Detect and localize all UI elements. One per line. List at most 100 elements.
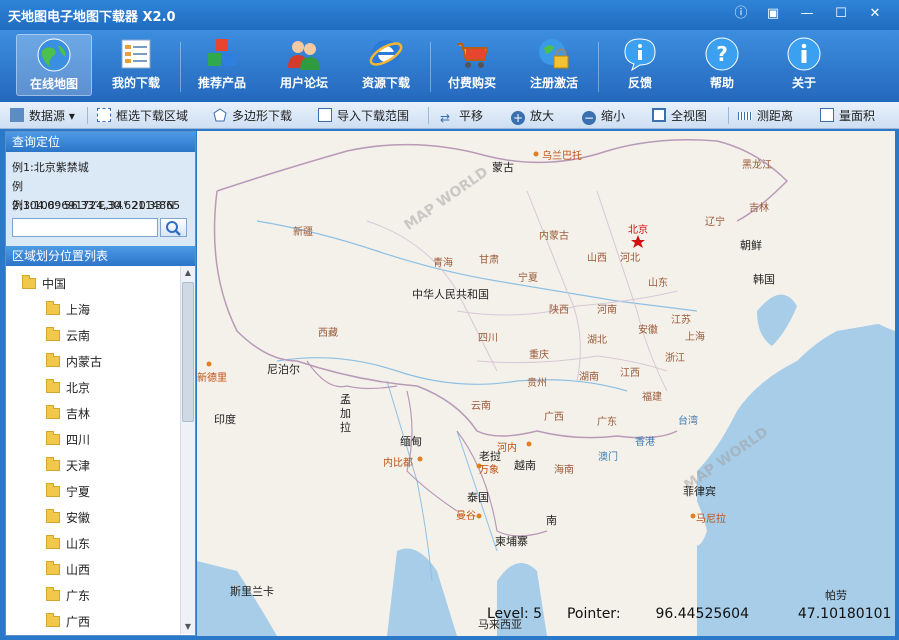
zoom-out-button[interactable]: − 缩小: [582, 106, 625, 126]
map-status: Level: 5 Pointer: 96.44525604 47.1018010…: [487, 604, 891, 624]
resource-download-button[interactable]: 资源下载: [348, 34, 424, 96]
pan-icon: ⇄: [440, 111, 451, 125]
tree-item[interactable]: 云南: [46, 326, 90, 346]
zoom-out-icon: −: [582, 111, 596, 125]
map-label-province: 福建: [642, 392, 662, 403]
register-activate-button[interactable]: 注册激活: [516, 34, 592, 96]
tree-item[interactable]: 安徽: [46, 508, 90, 528]
pan-button[interactable]: ⇄ 平移: [440, 106, 483, 126]
data-source-dropdown[interactable]: 数据源 ▾: [10, 106, 75, 126]
forum-button[interactable]: 用户论坛: [266, 34, 342, 96]
left-panel: 查询定位 例1:北京紫禁城 例2:104.09691724,30.6211486…: [5, 131, 196, 636]
tree-item[interactable]: 吉林: [46, 404, 90, 424]
map-label-province: 西藏: [318, 328, 338, 339]
map-label-capital: 马尼拉: [696, 514, 726, 525]
fullview-button[interactable]: 全视图: [652, 106, 707, 126]
map-label-country: 蒙古: [492, 161, 514, 174]
measure-area-button[interactable]: 量面积: [820, 106, 875, 126]
map-label-province: 四川: [478, 333, 498, 344]
map-label-province: 湖北: [587, 335, 607, 346]
map-label-province: 河南: [597, 305, 617, 316]
map-label-capital: 乌兰巴托: [542, 151, 582, 162]
map-label-country: 尼泊尔: [267, 363, 300, 376]
map-label-capital: 香港: [635, 437, 655, 448]
close-button[interactable]: ✕: [864, 4, 886, 24]
tree-item[interactable]: 四川: [46, 430, 90, 450]
map-label-country: 南: [546, 514, 557, 527]
polygon-download-button[interactable]: 多边形下载: [213, 106, 292, 126]
tree-item[interactable]: 北京: [46, 378, 90, 398]
skin-window-button[interactable]: ▣: [762, 4, 784, 24]
download-list-icon: [121, 39, 151, 69]
map-label-province: 江苏: [671, 315, 691, 326]
folder-icon: [46, 561, 60, 575]
map-label-province: 湖南: [579, 372, 599, 383]
folder-icon: [46, 379, 60, 393]
map-label-province: 贵州: [527, 378, 547, 389]
scroll-thumb[interactable]: [182, 282, 194, 422]
info-window-button[interactable]: ⓘ: [730, 4, 752, 24]
map-label-capital: 台湾: [678, 416, 698, 427]
blocks-icon: [208, 39, 236, 66]
map-label-province: 云南: [471, 401, 491, 412]
folder-icon: [46, 483, 60, 497]
purchase-button[interactable]: 付费购买: [434, 34, 510, 96]
region-panel-header: 区域划分位置列表: [6, 246, 195, 266]
tree-item[interactable]: 广东: [46, 586, 90, 606]
search-input[interactable]: [12, 218, 158, 237]
map-canvas[interactable]: MAP WORLD MAP WORLD 蒙古 中华人民共和国 朝鲜 韩国 尼泊尔…: [197, 131, 895, 636]
help-button[interactable]: ? 帮助: [684, 34, 760, 96]
folder-open-icon: [22, 275, 36, 289]
tree-item[interactable]: 内蒙古: [46, 352, 102, 372]
tree-scrollbar[interactable]: ▲ ▼: [180, 266, 195, 634]
cart-icon: [457, 43, 489, 68]
select-rect-download-button[interactable]: 框选下载区域: [97, 106, 188, 126]
minimize-button[interactable]: —: [796, 4, 818, 24]
map-label-province: 安徽: [638, 325, 658, 336]
map-label-country: 缅甸: [400, 435, 422, 448]
map-label-country: 斯里兰卡: [230, 585, 274, 598]
map-label-capital: 万象: [479, 465, 499, 476]
tree-item[interactable]: 天津: [46, 456, 90, 476]
polygon-icon: [213, 108, 227, 122]
about-icon: [787, 37, 821, 71]
query-example-1: 例1:北京紫禁城: [12, 161, 89, 174]
map-label-country: 帕劳: [825, 589, 847, 602]
search-icon: [166, 221, 181, 236]
globe-icon: [37, 38, 71, 72]
layers-icon: [10, 108, 24, 122]
map-label-province: 黑龙江: [742, 160, 772, 171]
recommend-products-button[interactable]: 推荐产品: [184, 34, 260, 96]
measure-distance-button[interactable]: 测距离: [738, 106, 793, 126]
map-label-province: 河北: [620, 253, 640, 264]
map-label-country: 朝鲜: [740, 239, 762, 252]
query-example-3: 例3:108° 56′33″E,34° 20′33″N: [12, 199, 175, 212]
tree-item[interactable]: 宁夏: [46, 482, 90, 502]
zoom-in-icon: +: [511, 111, 525, 125]
tree-item[interactable]: 山西: [46, 560, 90, 580]
tree-item[interactable]: 上海: [46, 300, 90, 320]
my-download-button[interactable]: 我的下载: [98, 34, 174, 96]
map-label-country: 泰国: [467, 491, 489, 504]
zoom-in-button[interactable]: + 放大: [511, 106, 554, 126]
folder-icon: [46, 353, 60, 367]
scroll-down-arrow-icon[interactable]: ▼: [181, 620, 195, 634]
search-button[interactable]: [160, 218, 187, 237]
pointer-latitude: 47.10180101: [797, 606, 892, 622]
map-label-country: 孟加拉: [340, 393, 351, 434]
import-range-button[interactable]: 导入下载范围: [318, 106, 409, 126]
online-map-button[interactable]: 在线地图: [16, 34, 92, 96]
info-bubble-icon: [624, 38, 656, 72]
maximize-button[interactable]: ☐: [830, 4, 852, 24]
map-toolbar: 数据源 ▾ 框选下载区域 多边形下载 导入下载范围 ⇄ 平移 + 放大 − 缩小 全视…: [0, 102, 899, 129]
about-button[interactable]: 关于: [766, 34, 842, 96]
map-label-province: 陕西: [549, 305, 569, 316]
tree-item[interactable]: 山东: [46, 534, 90, 554]
tree-root-china[interactable]: 中国: [22, 274, 66, 294]
map-label-province: 内蒙古: [539, 231, 569, 242]
feedback-button[interactable]: 反馈: [602, 34, 678, 96]
tree-item[interactable]: 广西: [46, 612, 90, 632]
scroll-up-arrow-icon[interactable]: ▲: [181, 266, 195, 280]
query-example-2: 例2:104.09691724,30.62114865: [12, 180, 181, 212]
zoom-level: Level: 5: [487, 606, 543, 622]
